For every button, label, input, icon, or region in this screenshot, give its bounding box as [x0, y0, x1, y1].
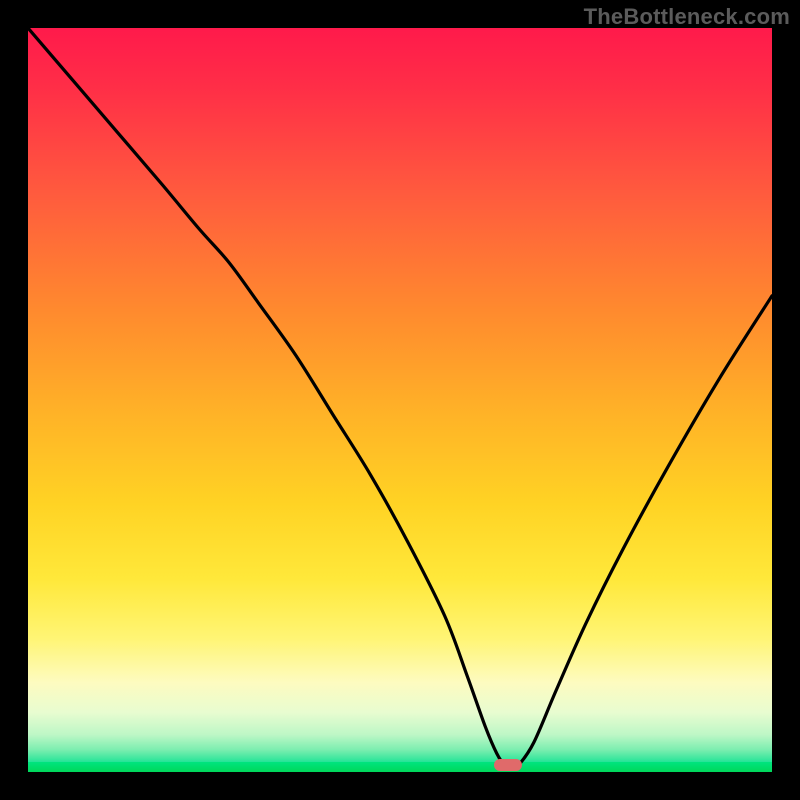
plot-area — [28, 28, 772, 772]
chart-frame: TheBottleneck.com — [0, 0, 800, 800]
bottleneck-curve — [28, 28, 772, 772]
attribution-label: TheBottleneck.com — [584, 4, 790, 30]
optimal-marker — [494, 759, 522, 771]
